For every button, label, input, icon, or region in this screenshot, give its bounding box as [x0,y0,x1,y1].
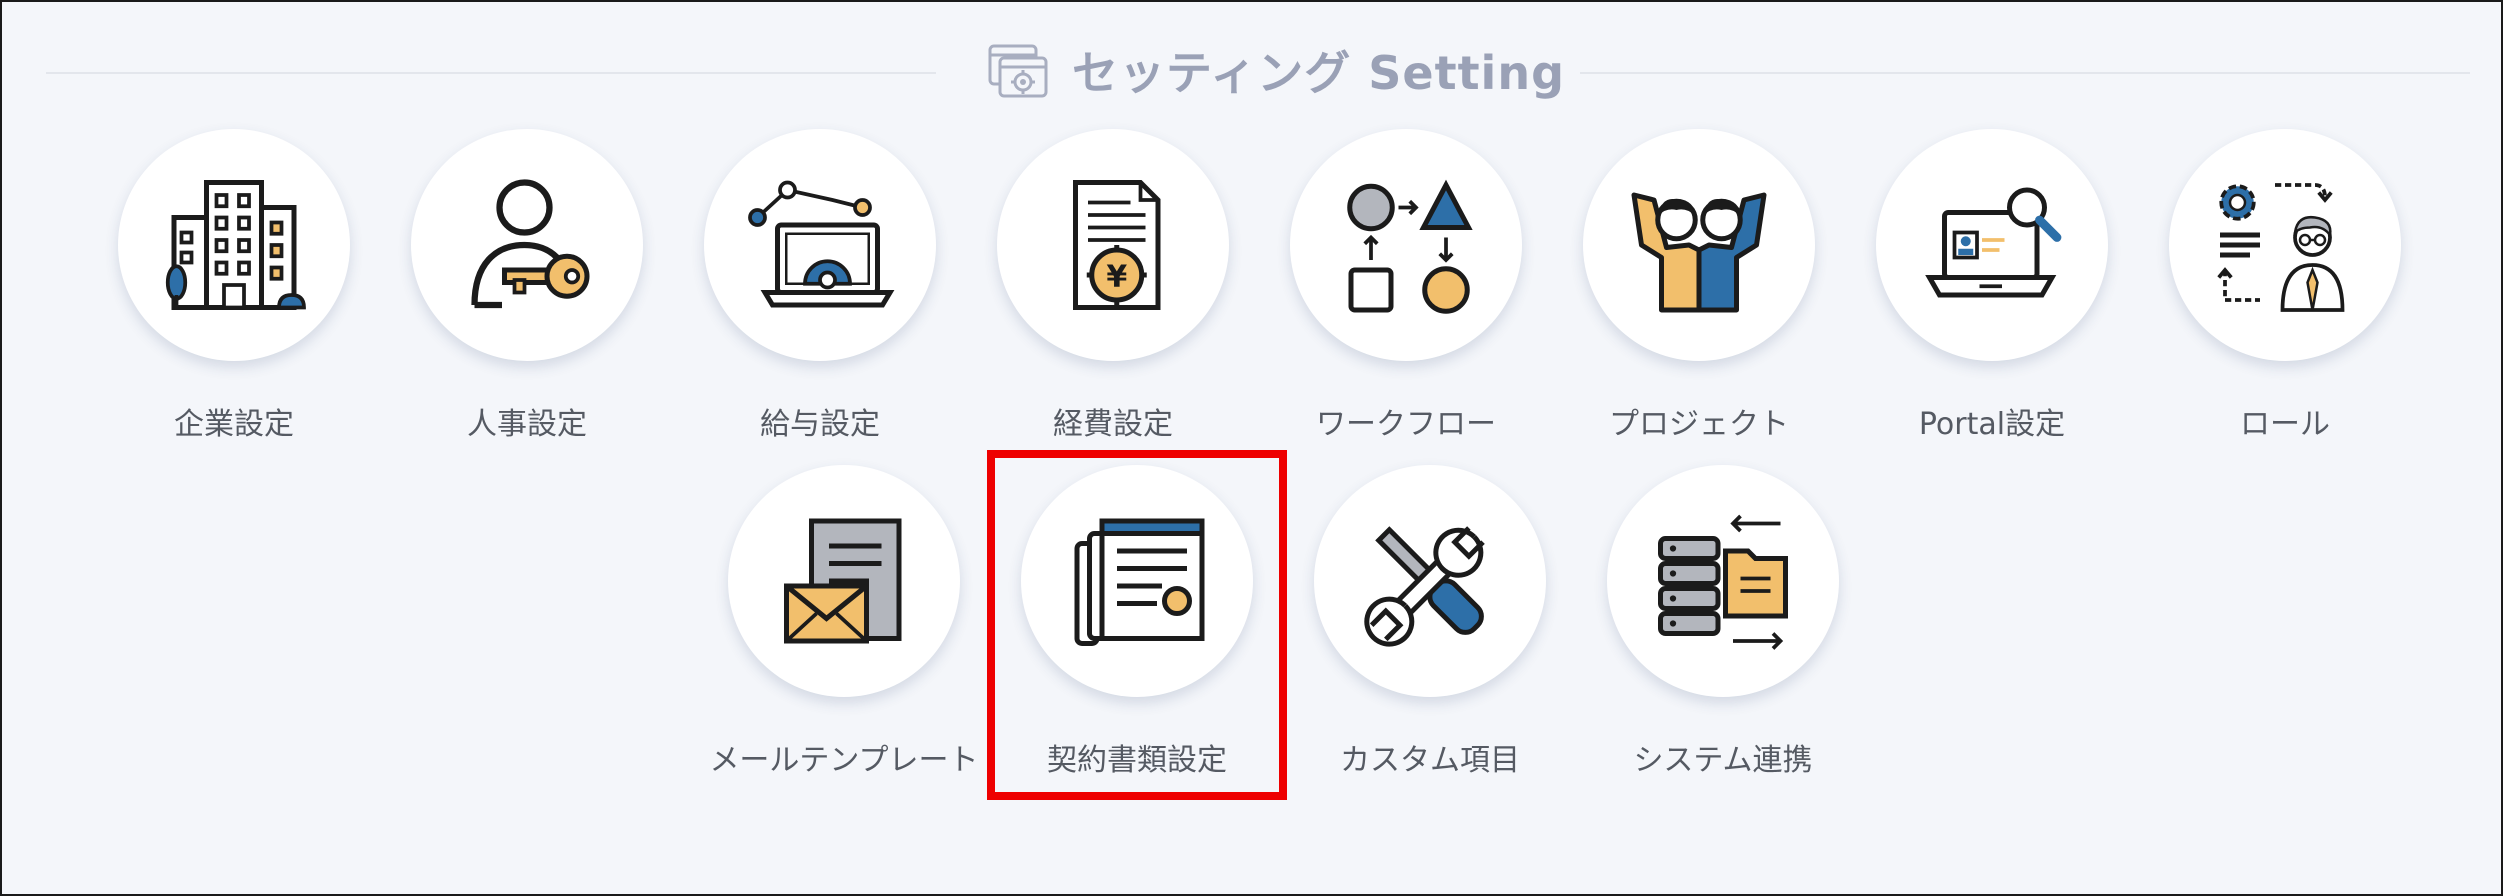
tile-circle[interactable] [704,129,936,361]
section-title: セッティング Setting [986,32,1565,108]
tile-circle[interactable] [728,465,960,697]
tile-circle[interactable] [2169,129,2401,361]
yen-document-icon: ¥ [1073,180,1161,310]
section-header: セッティング Setting [2,2,2501,132]
tile-circle[interactable] [411,129,643,361]
workflow-shapes-icon [1347,179,1473,314]
tile-circle[interactable]: ¥ [997,129,1229,361]
tile-label[interactable]: ロール [2075,399,2495,443]
tile-circle[interactable] [1290,129,1522,361]
tile-circle[interactable] [1876,129,2108,361]
tile-circle[interactable] [1583,129,1815,361]
mail-template-icon [784,518,902,644]
tools-wrench-screwdriver-icon [1364,526,1485,647]
highlight-box [987,450,1287,800]
tile-circle[interactable] [118,129,350,361]
team-people-icon [1631,192,1767,313]
office-building-icon [165,180,306,310]
tile-role[interactable]: ロール [2135,129,2435,449]
laptop-gear-chart-icon [748,180,895,308]
tile-circle[interactable] [1314,465,1546,697]
settings-panel: セッティング Setting 企業設定 人事設定 給与設定 ¥ 経費設定 ワーク… [0,0,2503,896]
settings-window-icon [988,44,1048,98]
server-folder-sync-icon [1658,514,1788,650]
tile-system-integration[interactable]: システム連携 [1573,465,1873,785]
svg-text:¥: ¥ [1106,259,1127,294]
page-title: セッティング Setting [1072,46,1566,100]
tile-circle[interactable] [1607,465,1839,697]
header-divider-right [1580,72,2470,74]
header-divider-left [46,72,936,74]
tile-label[interactable]: システム連携 [1513,735,1933,779]
role-gear-person-icon [2217,183,2345,312]
user-key-icon [471,179,590,309]
laptop-search-profile-icon [1925,187,2062,298]
